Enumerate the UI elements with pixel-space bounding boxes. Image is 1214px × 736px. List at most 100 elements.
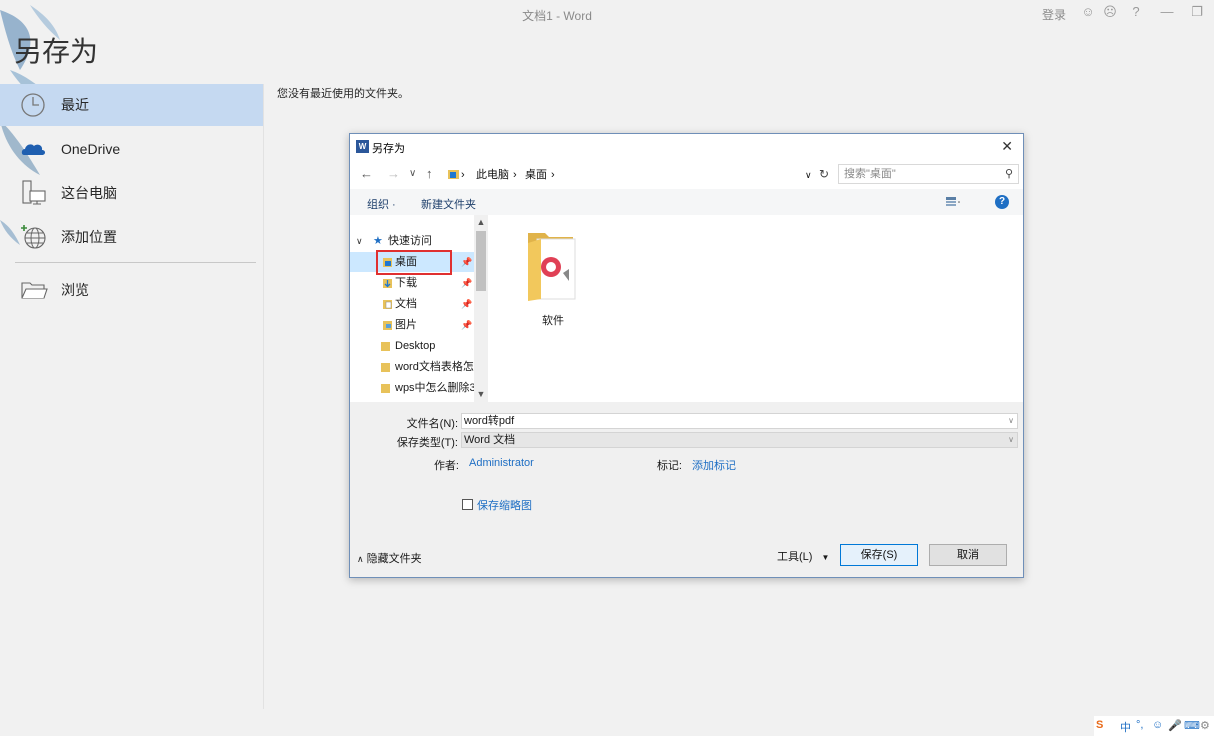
punctuation-icon[interactable]: °,	[1136, 719, 1143, 731]
annotation-highlight-box	[376, 250, 452, 275]
folder-open-icon	[21, 282, 48, 299]
nav-item-label: 这台电脑	[61, 185, 117, 201]
tree-item-label: wps中怎么删除3	[395, 382, 474, 394]
view-options-icon[interactable]	[946, 197, 960, 207]
ime-language-label[interactable]: 中	[1120, 719, 1131, 735]
save-thumbnail-label[interactable]: 保存缩略图	[477, 497, 532, 513]
filename-value: word转pdf	[464, 415, 515, 427]
filetype-select[interactable]: Word 文档 ∨	[461, 432, 1018, 448]
folder-icon	[448, 170, 459, 179]
author-value[interactable]: Administrator	[469, 457, 534, 469]
nav-item-this-pc[interactable]: 这台电脑	[0, 172, 263, 214]
nav-item-onedrive[interactable]: OneDrive	[0, 128, 263, 170]
folder-icon	[381, 363, 390, 372]
save-as-dialog: W 另存为 ✕ ← → ∨ ↑ › 此电脑 › 桌面 › ∨ ↻ 搜索"桌面" …	[349, 133, 1024, 578]
help-icon[interactable]: ?	[995, 195, 1009, 209]
title-bar: 文档1 - Word 登录 ☺ ☹ ? — ❐	[0, 0, 1214, 28]
tree-item-label: word文档表格怎	[395, 361, 474, 373]
skin-icon[interactable]: ⚙	[1200, 719, 1210, 732]
tree-item-folder[interactable]: wps中怎么删除3	[350, 378, 474, 398]
recent-locations-chevron-icon[interactable]: ∨	[409, 167, 416, 181]
hide-folders-label: 隐藏文件夹	[366, 553, 422, 565]
author-label: 作者:	[433, 460, 459, 472]
tree-scrollbar[interactable]: ▲ ▼	[474, 215, 488, 402]
search-icon: ⚲	[1004, 168, 1013, 180]
filename-input[interactable]: word转pdf ∨	[461, 413, 1018, 429]
help-icon[interactable]: ?	[1129, 5, 1143, 19]
file-browser-body: ∨ ★ 快速访问 桌面 📌 下载 📌 文档 📌 图片 📌 Desktop wor…	[350, 215, 1023, 402]
pin-icon[interactable]: 📌	[461, 315, 472, 335]
nav-item-label: 浏览	[61, 282, 89, 298]
tree-item-folder[interactable]: Desktop	[350, 336, 474, 356]
tools-menu[interactable]: 工具(L) ▼	[777, 548, 829, 564]
download-folder-icon	[383, 279, 392, 288]
window-title: 文档1 - Word	[522, 9, 592, 23]
scroll-down-icon[interactable]: ▼	[474, 389, 488, 399]
breadcrumb-separator: ›	[513, 169, 517, 181]
computer-icon	[22, 180, 46, 205]
breadcrumb-desktop[interactable]: 桌面	[525, 166, 547, 184]
organize-button[interactable]: 组织 ·	[367, 196, 396, 212]
search-input[interactable]: 搜索"桌面" ⚲	[838, 164, 1019, 184]
new-folder-button[interactable]: 新建文件夹	[421, 196, 476, 212]
filetype-label: 保存类型(T):	[396, 437, 458, 449]
dialog-toolbar: 组织 · 新建文件夹 ?	[350, 189, 1023, 215]
documents-folder-icon	[383, 300, 392, 309]
nav-item-browse[interactable]: 浏览	[0, 269, 263, 311]
restore-icon[interactable]: ❐	[1190, 5, 1204, 19]
breadcrumb-separator: ›	[551, 169, 555, 181]
save-button[interactable]: 保存(S)	[840, 544, 918, 566]
emoji-icon[interactable]: ☺	[1152, 719, 1163, 731]
folder-large-icon	[528, 233, 576, 301]
nav-item-add-place[interactable]: 添加位置	[0, 216, 263, 258]
tags-value[interactable]: 添加标记	[692, 457, 736, 473]
back-arrow-icon[interactable]: ←	[360, 167, 373, 181]
microphone-icon[interactable]: 🎤	[1168, 719, 1182, 732]
file-item[interactable]: 软件	[518, 229, 588, 328]
smile-feedback-icon[interactable]: ☺	[1081, 5, 1095, 19]
address-bar-row: ← → ∨ ↑ › 此电脑 › 桌面 › ∨ ↻ 搜索"桌面" ⚲	[350, 159, 1023, 189]
hide-folders-toggle[interactable]: ∧ 隐藏文件夹	[357, 550, 422, 566]
pin-icon[interactable]: 📌	[461, 252, 472, 272]
keyboard-icon[interactable]: ⌨	[1184, 719, 1200, 732]
save-thumbnail-checkbox[interactable]	[462, 499, 473, 510]
minimize-icon[interactable]: —	[1160, 5, 1174, 19]
up-arrow-icon[interactable]: ↑	[426, 167, 433, 181]
scroll-up-icon[interactable]: ▲	[474, 217, 488, 227]
frown-feedback-icon[interactable]: ☹	[1103, 5, 1117, 19]
signin-link[interactable]: 登录	[1042, 6, 1066, 23]
filetype-value: Word 文档	[464, 434, 516, 446]
close-icon[interactable]: ✕	[1001, 138, 1013, 155]
pictures-folder-icon	[383, 321, 392, 330]
backstage-divider	[263, 84, 264, 709]
backstage-nav: 最近 OneDrive 这台电脑 添加位置 浏览	[0, 84, 263, 311]
tree-item-downloads[interactable]: 下载 📌	[350, 273, 474, 293]
word-app-icon: W	[356, 140, 369, 153]
tree-item-folder[interactable]: word文档表格怎	[350, 357, 474, 377]
tree-item-label: 下载	[395, 277, 417, 289]
address-bar[interactable]: › 此电脑 › 桌面 › ∨	[445, 164, 835, 184]
dropdown-chevron-icon[interactable]: ∨	[1008, 414, 1014, 428]
tree-item-label: Desktop	[395, 340, 436, 352]
forward-arrow-icon[interactable]: →	[387, 167, 400, 181]
page-title: 另存为	[14, 35, 99, 68]
pin-icon[interactable]: 📌	[461, 273, 472, 293]
tree-item-documents[interactable]: 文档 📌	[350, 294, 474, 314]
ime-toolbar: S 中 °, ☺ 🎤 ⌨ ⚙	[1094, 716, 1214, 736]
breadcrumb-this-pc[interactable]: 此电脑	[476, 166, 509, 184]
pin-icon[interactable]: 📌	[461, 294, 472, 314]
save-form: 文件名(N): word转pdf ∨ 保存类型(T): Word 文档 ∨ 作者…	[350, 402, 1023, 577]
tags-label: 标记:	[656, 460, 682, 472]
expand-chevron-icon[interactable]: ∨	[356, 231, 363, 251]
refresh-icon[interactable]: ↻	[819, 167, 829, 181]
sogou-logo-icon[interactable]: S	[1096, 719, 1103, 731]
dialog-title-bar: W 另存为 ✕	[350, 134, 1023, 159]
star-icon: ★	[373, 235, 383, 247]
scrollbar-thumb[interactable]	[476, 231, 486, 291]
nav-item-label: OneDrive	[61, 141, 121, 157]
nav-item-recent[interactable]: 最近	[0, 84, 263, 126]
address-dropdown-chevron-icon[interactable]: ∨	[805, 166, 812, 184]
dropdown-chevron-icon[interactable]: ∨	[1008, 433, 1014, 447]
cancel-button[interactable]: 取消	[929, 544, 1007, 566]
tree-item-pictures[interactable]: 图片 📌	[350, 315, 474, 335]
